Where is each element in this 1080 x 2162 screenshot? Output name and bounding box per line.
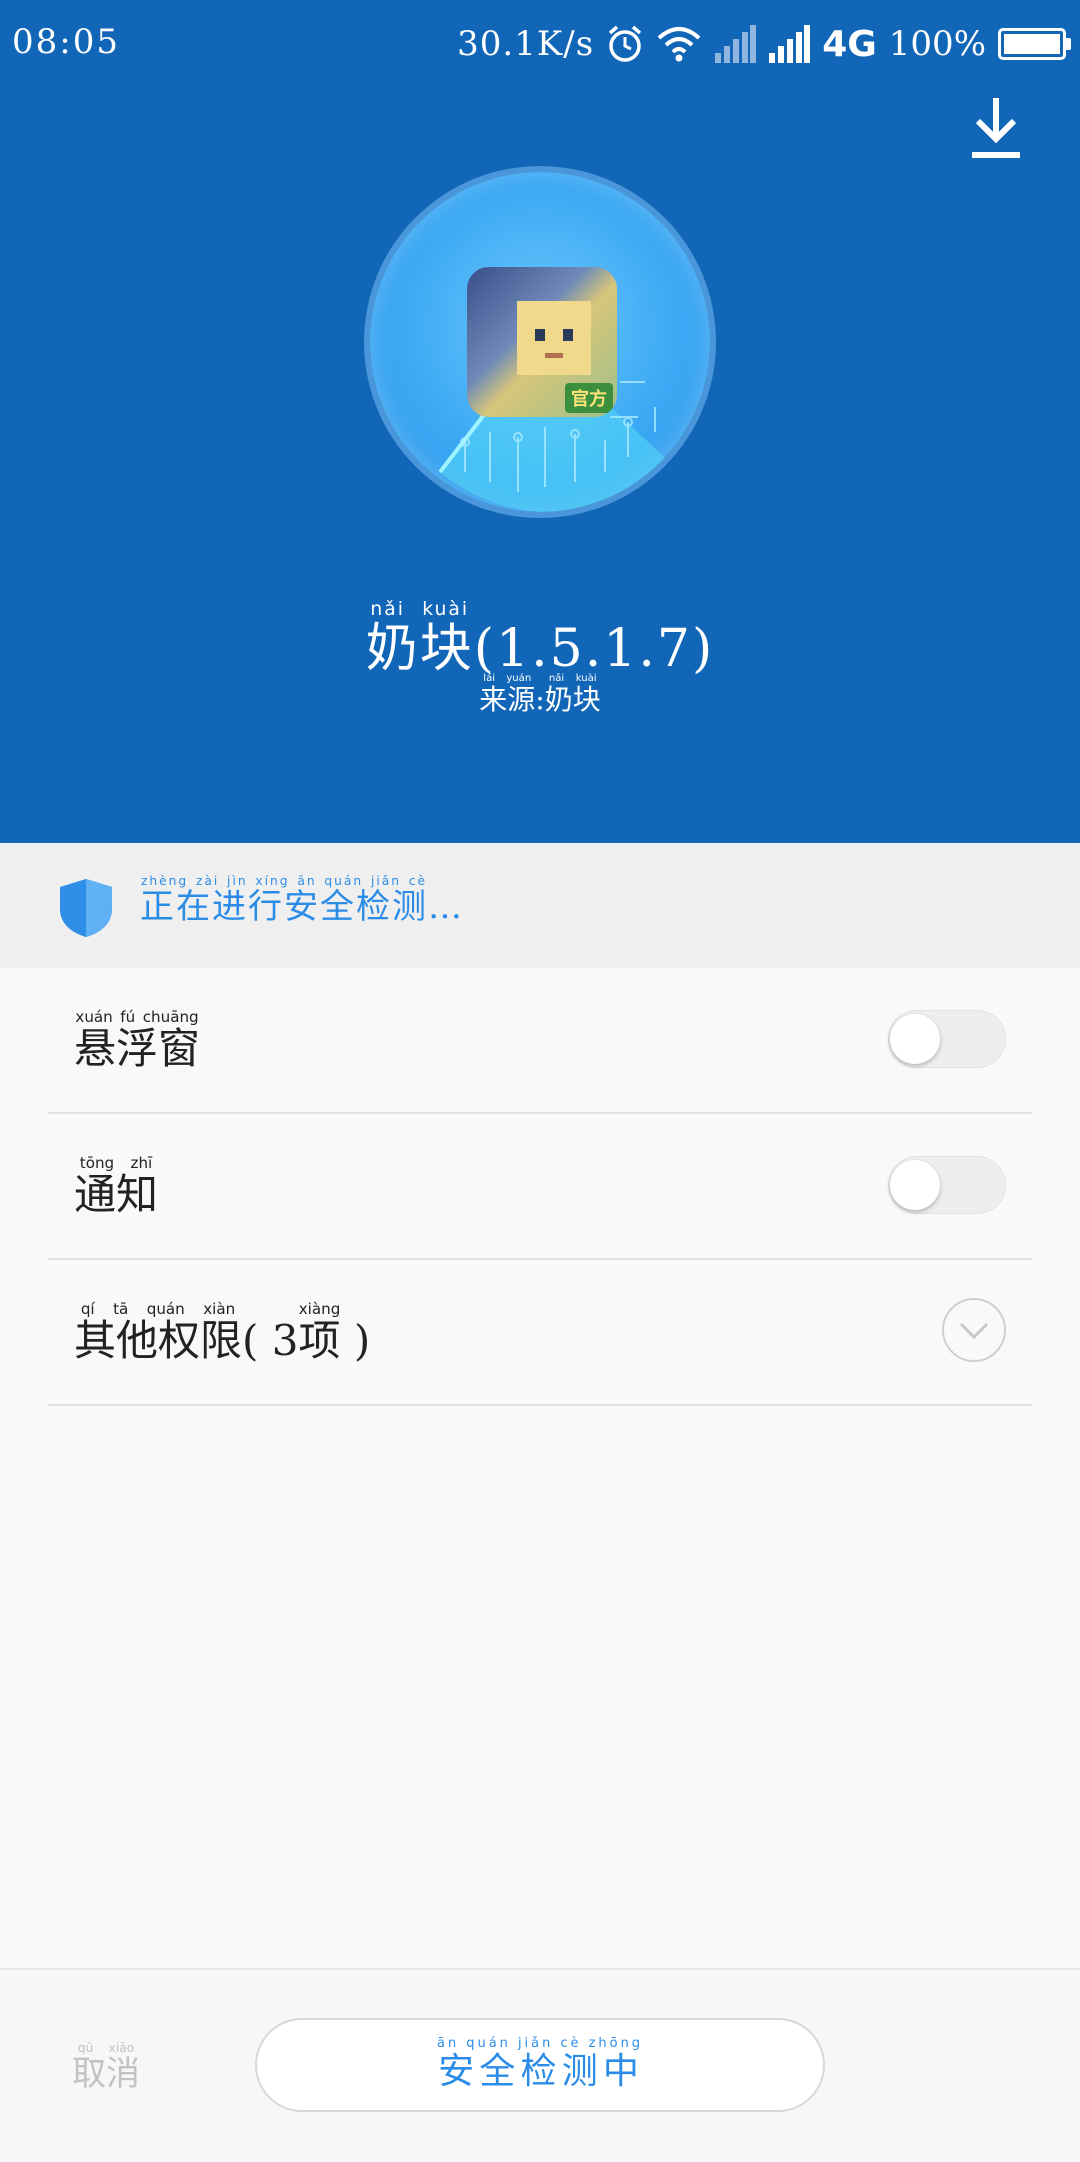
cancel-pinyin: qǔ xiāo <box>72 2041 140 2055</box>
toggle-knob <box>890 1160 940 1210</box>
battery-icon <box>998 28 1071 60</box>
scan-status-pinyin: zhèng zài jìn xíng ān quán jiǎn cè <box>140 874 428 888</box>
cancel-button[interactable]: 取消qǔ xiāo <box>72 2041 140 2095</box>
permission-label-pinyin: qí tā quán xiàn <box>74 1300 243 1318</box>
permission-label-text: 悬浮窗 <box>74 1024 201 1073</box>
permission-label: 通知tōng zhī <box>74 1154 159 1222</box>
app-version: (1.5.1.7) <box>473 619 715 679</box>
app-icon: 官方 <box>467 267 617 417</box>
source-value: 奶块 <box>544 683 601 716</box>
permission-label-text: 通知 <box>74 1170 159 1219</box>
permission-label-text: 其他权限 <box>74 1316 243 1365</box>
alarm-icon <box>609 25 642 62</box>
security-check-label: 安全检测中 <box>437 2050 643 2092</box>
status-time: 08:05 <box>12 22 120 62</box>
signal-icon <box>715 25 757 63</box>
cancel-label: 取消 <box>72 2054 140 2094</box>
scan-status-text: 正在进行安全检测zhèng zài jìn xíng ān quán jiǎn … <box>140 874 464 928</box>
wifi-icon <box>657 27 701 62</box>
toggle-knob <box>890 1014 940 1064</box>
permission-label: 其他权限qí tā quán xiàn( 3项xiàng ) <box>74 1300 371 1368</box>
permission-list: 悬浮窗xuán fú chuāng 通知tōng zhī 其他权限qí tā q… <box>0 968 1080 1406</box>
download-icon[interactable] <box>966 94 1026 160</box>
permission-label-pinyin: tōng zhī <box>74 1154 158 1172</box>
status-network-type: 4G <box>822 23 877 65</box>
permission-paren-close: ) <box>353 1316 371 1365</box>
permission-count: 3 <box>271 1316 299 1365</box>
scan-status-ellipsis: … <box>428 887 464 927</box>
app-source: 来源lái yuán:奶块nǎi kuài <box>0 673 1080 718</box>
shield-icon <box>60 879 112 937</box>
status-bar: 08:05 30.1K/s 4G 100% <box>0 0 1080 88</box>
app-title: 奶块nǎi kuài(1.5.1.7) <box>0 599 1080 681</box>
permission-unit: 项 <box>298 1316 341 1365</box>
source-label: 来源 <box>479 683 536 716</box>
permission-row-other[interactable]: 其他权限qí tā quán xiàn( 3项xiàng ) <box>48 1260 1032 1406</box>
official-badge: 官方 <box>565 383 613 413</box>
status-right-group: 30.1K/s 4G 100% <box>457 14 1071 74</box>
notification-toggle[interactable] <box>888 1156 1006 1214</box>
permission-unit-pinyin: xiàng <box>298 1300 341 1318</box>
security-check-button[interactable]: 安全检测中ān quán jiǎn cè zhōng <box>255 2018 825 2112</box>
expand-button[interactable] <box>942 1298 1006 1362</box>
signal-icon <box>769 25 811 63</box>
permission-paren-open: ( <box>242 1316 259 1365</box>
floating-window-toggle[interactable] <box>888 1010 1006 1068</box>
scan-status-label: 正在进行安全检测 <box>140 887 428 927</box>
permission-row-floating-window: 悬浮窗xuán fú chuāng <box>48 968 1032 1114</box>
security-check-pinyin: ān quán jiǎn cè zhōng <box>437 2035 643 2051</box>
scan-radar: 官方 <box>370 172 710 512</box>
app-name: 奶块 <box>365 619 474 679</box>
chevron-down-icon <box>959 1322 989 1340</box>
source-separator: : <box>535 683 545 716</box>
status-net-speed: 30.1K/s <box>457 24 595 64</box>
app-header: 08:05 30.1K/s 4G 100% 官方 奶块nǎi kuài(1.5.… <box>0 0 1080 843</box>
battery-fill <box>1004 34 1060 54</box>
status-battery-percent: 100% <box>888 24 986 64</box>
scan-status-bar: 正在进行安全检测zhèng zài jìn xíng ān quán jiǎn … <box>0 843 1080 968</box>
source-label-pinyin: lái yuán <box>479 673 536 684</box>
source-value-pinyin: nǎi kuài <box>544 673 601 684</box>
permission-row-notification: 通知tōng zhī <box>48 1114 1032 1260</box>
app-icon-face <box>517 301 591 375</box>
permission-label: 悬浮窗xuán fú chuāng <box>74 1008 201 1076</box>
app-name-pinyin: nǎi kuài <box>365 599 474 620</box>
permission-label-pinyin: xuán fú chuāng <box>74 1008 201 1026</box>
bottom-action-bar: 取消qǔ xiāo 安全检测中ān quán jiǎn cè zhōng <box>0 1968 1080 2162</box>
